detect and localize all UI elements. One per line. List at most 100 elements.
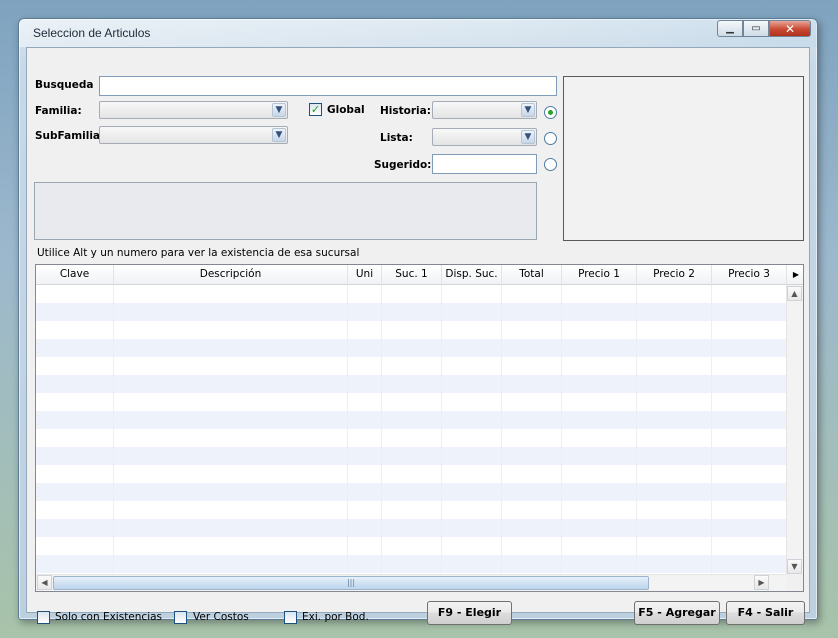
- table-cell[interactable]: [562, 555, 637, 573]
- table-cell[interactable]: [712, 555, 787, 573]
- table-cell[interactable]: [348, 429, 382, 447]
- table-cell[interactable]: [502, 393, 562, 411]
- close-button[interactable]: ✕: [769, 20, 811, 37]
- table-cell[interactable]: [382, 537, 442, 555]
- table-cell[interactable]: [348, 447, 382, 465]
- table-cell[interactable]: [442, 339, 502, 357]
- table-cell[interactable]: [442, 447, 502, 465]
- table-cell[interactable]: [442, 465, 502, 483]
- table-cell[interactable]: [348, 321, 382, 339]
- table-cell[interactable]: [637, 321, 712, 339]
- table-cell[interactable]: [382, 303, 442, 321]
- table-cell[interactable]: [712, 375, 787, 393]
- table-cell[interactable]: [348, 357, 382, 375]
- table-cell[interactable]: [36, 555, 114, 573]
- table-cell[interactable]: [382, 393, 442, 411]
- search-input[interactable]: [99, 76, 557, 96]
- title-bar[interactable]: Seleccion de Articulos ▁ ▭ ✕: [19, 19, 817, 47]
- table-row[interactable]: [36, 393, 787, 411]
- table-cell[interactable]: [114, 393, 348, 411]
- table-cell[interactable]: [348, 483, 382, 501]
- table-cell[interactable]: [36, 465, 114, 483]
- table-cell[interactable]: [712, 483, 787, 501]
- table-cell[interactable]: [442, 519, 502, 537]
- table-cell[interactable]: [637, 447, 712, 465]
- table-cell[interactable]: [502, 375, 562, 393]
- table-cell[interactable]: [36, 339, 114, 357]
- table-row[interactable]: [36, 303, 787, 321]
- table-cell[interactable]: [637, 465, 712, 483]
- table-cell[interactable]: [382, 321, 442, 339]
- table-cell[interactable]: [36, 285, 114, 303]
- table-cell[interactable]: [562, 465, 637, 483]
- column-header-precio1[interactable]: Precio 1: [562, 265, 637, 285]
- column-header-suc1[interactable]: Suc. 1: [382, 265, 442, 285]
- sugerido-radio[interactable]: [544, 158, 557, 171]
- table-cell[interactable]: [637, 339, 712, 357]
- table-cell[interactable]: [562, 447, 637, 465]
- articles-grid[interactable]: Clave Descripción Uni Suc. 1 Disp. Suc. …: [35, 264, 804, 592]
- table-cell[interactable]: [637, 537, 712, 555]
- table-cell[interactable]: [36, 303, 114, 321]
- table-row[interactable]: [36, 375, 787, 393]
- table-cell[interactable]: [348, 393, 382, 411]
- sugerido-input[interactable]: [432, 154, 537, 174]
- table-cell[interactable]: [712, 285, 787, 303]
- table-cell[interactable]: [562, 537, 637, 555]
- table-cell[interactable]: [502, 555, 562, 573]
- salir-button[interactable]: F4 - Salir: [726, 601, 805, 625]
- global-checkbox[interactable]: ✓: [309, 103, 322, 116]
- table-cell[interactable]: [502, 447, 562, 465]
- table-row[interactable]: [36, 339, 787, 357]
- table-cell[interactable]: [36, 447, 114, 465]
- table-row[interactable]: [36, 555, 787, 573]
- ver-costos-checkbox[interactable]: [174, 611, 187, 624]
- column-header-uni[interactable]: Uni: [348, 265, 382, 285]
- table-cell[interactable]: [36, 393, 114, 411]
- table-cell[interactable]: [637, 303, 712, 321]
- table-cell[interactable]: [562, 411, 637, 429]
- table-cell[interactable]: [114, 537, 348, 555]
- table-cell[interactable]: [637, 411, 712, 429]
- table-cell[interactable]: [712, 321, 787, 339]
- table-cell[interactable]: [562, 321, 637, 339]
- table-cell[interactable]: [348, 411, 382, 429]
- table-row[interactable]: [36, 321, 787, 339]
- table-cell[interactable]: [36, 519, 114, 537]
- table-cell[interactable]: [562, 357, 637, 375]
- familia-select[interactable]: ▼: [99, 101, 288, 119]
- minimize-button[interactable]: ▁: [717, 20, 743, 37]
- table-cell[interactable]: [36, 375, 114, 393]
- table-cell[interactable]: [348, 285, 382, 303]
- column-header-descripcion[interactable]: Descripción: [114, 265, 348, 285]
- table-cell[interactable]: [562, 339, 637, 357]
- table-cell[interactable]: [637, 519, 712, 537]
- table-cell[interactable]: [114, 447, 348, 465]
- table-cell[interactable]: [382, 483, 442, 501]
- table-cell[interactable]: [348, 303, 382, 321]
- table-cell[interactable]: [348, 465, 382, 483]
- table-cell[interactable]: [502, 465, 562, 483]
- table-row[interactable]: [36, 519, 787, 537]
- table-cell[interactable]: [348, 501, 382, 519]
- table-cell[interactable]: [36, 429, 114, 447]
- table-cell[interactable]: [502, 285, 562, 303]
- table-cell[interactable]: [712, 357, 787, 375]
- table-cell[interactable]: [562, 501, 637, 519]
- table-row[interactable]: [36, 465, 787, 483]
- table-cell[interactable]: [114, 519, 348, 537]
- table-cell[interactable]: [502, 429, 562, 447]
- maximize-button[interactable]: ▭: [743, 20, 769, 37]
- table-cell[interactable]: [562, 303, 637, 321]
- table-cell[interactable]: [36, 483, 114, 501]
- table-cell[interactable]: [502, 321, 562, 339]
- table-cell[interactable]: [114, 501, 348, 519]
- table-cell[interactable]: [712, 393, 787, 411]
- table-cell[interactable]: [36, 411, 114, 429]
- table-cell[interactable]: [114, 483, 348, 501]
- table-row[interactable]: [36, 501, 787, 519]
- table-cell[interactable]: [442, 375, 502, 393]
- column-header-precio3[interactable]: Precio 3: [712, 265, 787, 285]
- table-cell[interactable]: [442, 321, 502, 339]
- table-cell[interactable]: [562, 375, 637, 393]
